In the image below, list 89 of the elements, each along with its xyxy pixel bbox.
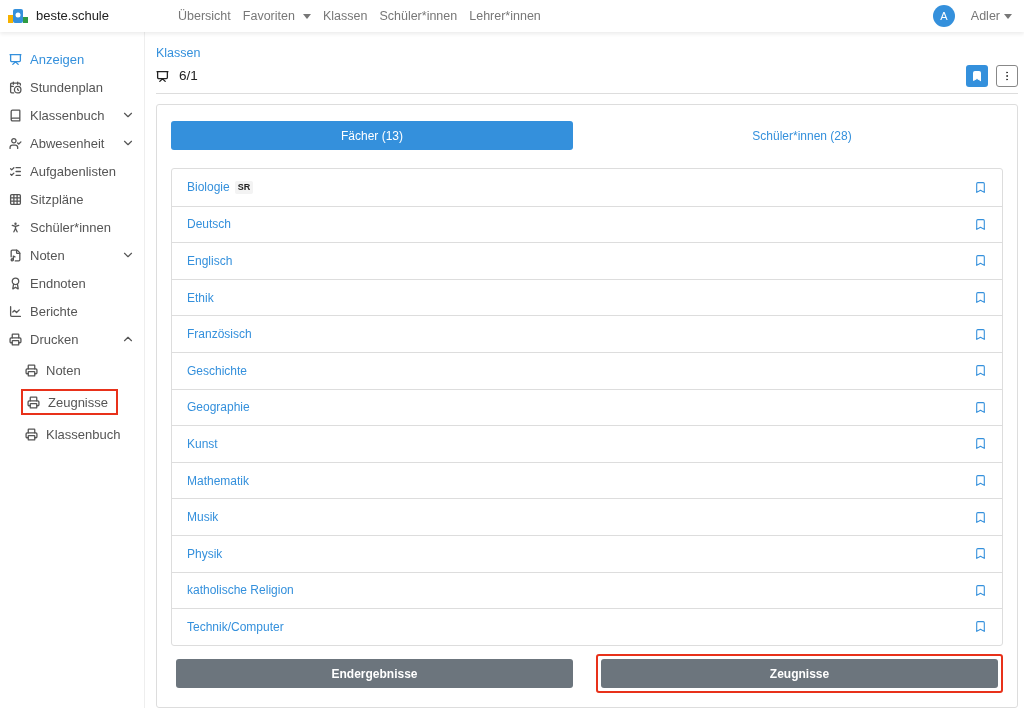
line-chart-icon — [9, 304, 22, 318]
sidebar-item[interactable]: Schüler*innen — [5, 214, 139, 241]
subject-link[interactable]: Ethik — [187, 288, 214, 307]
printer-icon — [25, 427, 38, 441]
printer-icon — [25, 363, 38, 377]
tab[interactable]: Schüler*innen (28) — [601, 121, 1003, 150]
caret-icon — [1004, 13, 1012, 19]
sidebar-item[interactable]: Endnoten — [5, 270, 139, 297]
board-icon — [9, 52, 22, 66]
subject-link[interactable]: Englisch — [187, 252, 233, 270]
subject-row[interactable]: Mathematik — [172, 461, 1002, 499]
user-avatar[interactable]: A — [932, 5, 955, 28]
sidebar-item[interactable]: Drucken — [5, 326, 139, 353]
nav-link[interactable]: Schüler*innen — [379, 6, 458, 26]
nav-link[interactable]: Übersicht — [178, 6, 231, 26]
person-check-icon — [9, 136, 22, 150]
subject-link[interactable]: Kunst — [187, 434, 218, 453]
bookmark-icon[interactable] — [974, 474, 987, 488]
bookmark-icon[interactable] — [974, 510, 987, 524]
bookmark-icon[interactable] — [974, 217, 987, 231]
book-icon — [9, 108, 22, 122]
subject-row[interactable]: Technik/Computer — [172, 608, 1002, 645]
subject-link[interactable]: Mathematik — [187, 471, 250, 490]
person-icon — [9, 220, 22, 234]
subject-row[interactable]: Englisch — [172, 242, 1002, 279]
more-button[interactable] — [996, 65, 1018, 87]
bookmark-icon[interactable] — [974, 364, 987, 378]
board-icon — [156, 69, 169, 83]
bookmark-icon[interactable] — [974, 620, 987, 634]
sidebar-item[interactable]: Zeugnisse — [21, 389, 118, 416]
subject-link[interactable]: Deutsch — [187, 215, 232, 234]
bookmark-icon[interactable] — [974, 400, 987, 414]
calendar-icon — [9, 80, 22, 94]
action-button[interactable]: Zeugnisse — [601, 659, 998, 688]
subject-link[interactable]: Geographie — [187, 398, 250, 417]
subject-badge: SR — [234, 180, 254, 195]
subject-row[interactable]: Physik — [172, 534, 1002, 572]
nav-link[interactable]: Favoriten — [242, 6, 311, 26]
subject-link[interactable]: katholische Religion — [187, 581, 294, 600]
bookmark-icon[interactable] — [974, 327, 987, 341]
sidebar-item[interactable]: Abwesenheit — [5, 130, 139, 157]
sidebar-item[interactable]: Sitzpläne — [5, 186, 139, 213]
bookmark-icon[interactable] — [974, 180, 987, 194]
sidebar-item[interactable]: Noten — [5, 242, 139, 269]
sidebar-item[interactable]: Noten — [21, 357, 139, 384]
tab[interactable]: Fächer (13) — [171, 121, 573, 150]
subject-row[interactable]: Kunst — [172, 425, 1002, 462]
checklist-icon — [9, 164, 22, 178]
sidebar-item[interactable]: Berichte — [5, 298, 139, 325]
brand-name[interactable]: beste.schule — [36, 6, 151, 26]
action-button[interactable]: Endergebnisse — [176, 659, 573, 688]
caret-icon — [302, 13, 311, 19]
subject-link[interactable]: Biologie — [187, 178, 230, 197]
award-icon — [9, 276, 22, 290]
subject-row[interactable]: Deutsch — [172, 205, 1002, 243]
bookmark-icon[interactable] — [974, 291, 987, 305]
subject-link[interactable]: Französisch — [187, 325, 252, 344]
sidebar-item[interactable]: Aufgabenlisten — [5, 158, 139, 185]
music-file-icon — [9, 248, 22, 262]
subject-row[interactable]: Ethik — [172, 278, 1002, 316]
sidebar-item[interactable]: Klassenbuch — [5, 102, 139, 129]
subject-row[interactable]: Biologie SR — [172, 169, 1002, 206]
bookmark-icon[interactable] — [974, 254, 987, 268]
subject-link[interactable]: Physik — [187, 544, 223, 563]
sidebar-item[interactable]: Klassenbuch — [21, 421, 139, 448]
subject-row[interactable]: Französisch — [172, 315, 1002, 352]
subject-row[interactable]: Musik — [172, 498, 1002, 535]
class-title: 6/1 — [179, 66, 198, 85]
printer-icon — [9, 332, 22, 346]
nav-link[interactable]: Klassen — [322, 6, 368, 26]
subject-link[interactable]: Musik — [187, 508, 219, 527]
printer-icon — [27, 395, 40, 409]
bookmark-icon[interactable] — [974, 583, 987, 597]
subject-link[interactable]: Geschichte — [187, 361, 248, 380]
sidebar-item[interactable]: Stundenplan — [5, 74, 139, 101]
subject-row[interactable]: Geschichte — [172, 351, 1002, 389]
subject-row[interactable]: katholische Religion — [172, 571, 1002, 609]
breadcrumb-link[interactable]: Klassen — [156, 44, 1018, 63]
logo-icon — [8, 9, 28, 24]
sidebar-item[interactable]: Anzeigen — [5, 46, 139, 73]
bookmark-icon[interactable] — [974, 437, 987, 451]
bookmark-icon — [971, 70, 983, 82]
subject-link[interactable]: Technik/Computer — [187, 617, 284, 636]
grid-icon — [9, 192, 22, 206]
bookmark-button[interactable] — [966, 65, 988, 87]
subject-row[interactable]: Geographie — [172, 388, 1002, 426]
nav-link[interactable]: Lehrer*innen — [469, 6, 541, 26]
bookmark-icon[interactable] — [974, 547, 987, 561]
user-menu[interactable]: Adler — [970, 6, 1012, 26]
